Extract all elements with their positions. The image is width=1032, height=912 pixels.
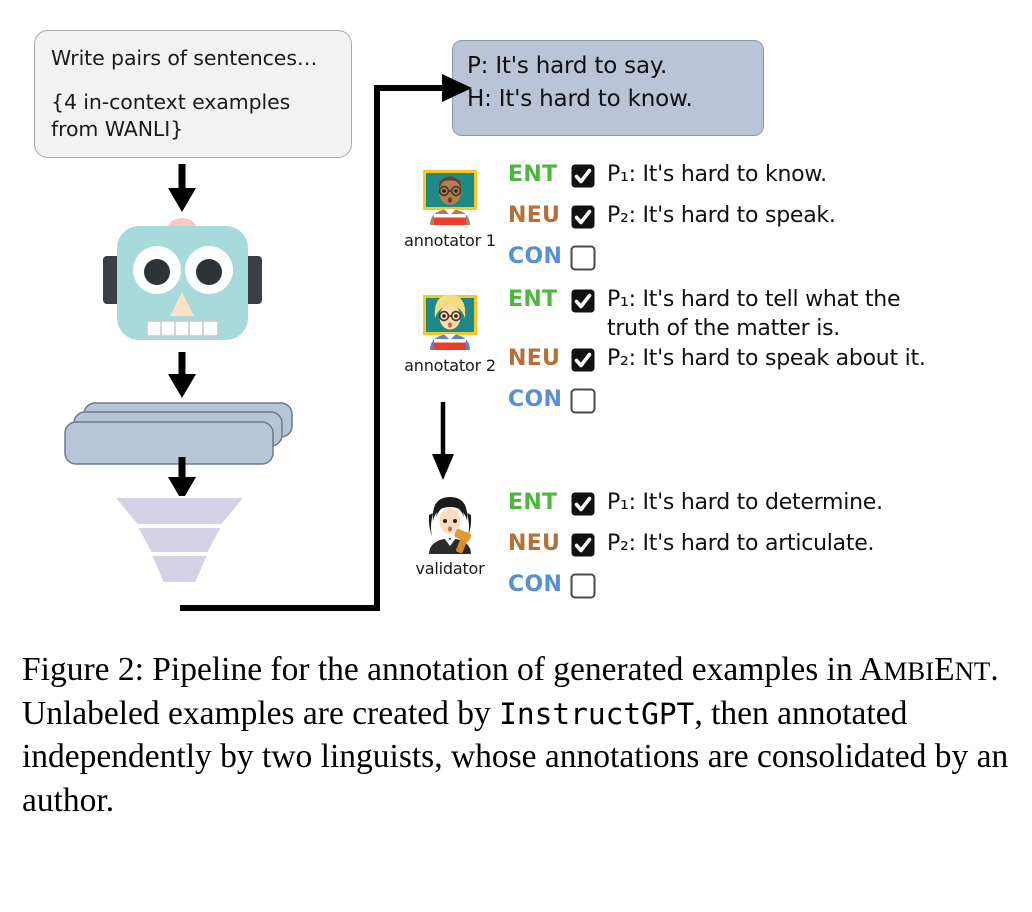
avatar-label: annotator 2 <box>404 356 496 375</box>
caption-model-name: InstructGPT <box>499 696 695 731</box>
caption-dataset-a: A <box>859 651 884 688</box>
pipeline-diagram: Write pairs of sentences… {4 in-context … <box>0 0 1032 640</box>
checkbox-checked-icon[interactable] <box>570 491 596 517</box>
checkbox-checked-icon[interactable] <box>570 163 596 189</box>
figure-caption: Figure 2: Pipeline for the annotation of… <box>22 648 1016 822</box>
label-sentence: P₂: It's hard to speak about it. <box>607 345 926 371</box>
label-tag-con: CON <box>508 386 563 412</box>
premise-text: P: It's hard to say. <box>467 53 668 79</box>
label-tag-ent: ENT <box>508 162 558 187</box>
prompt-line-1: Write pairs of sentences… <box>51 46 318 70</box>
label-tag-con: CON <box>508 572 563 597</box>
label-list-annotator-1: ENT P₁: It's hard to know. NEU P₂: It's … <box>508 160 836 283</box>
avatar-label: validator <box>415 559 485 578</box>
avatar-annotator-1: annotator 1 <box>404 163 496 250</box>
judge-emoji-icon <box>428 497 472 554</box>
label-row[interactable]: ENT P₁: It's hard to tell what the truth… <box>508 285 926 344</box>
label-row[interactable]: CON <box>508 242 836 283</box>
label-tag-con: CON <box>508 244 563 269</box>
label-tag-neu: NEU <box>508 345 561 371</box>
label-sentence: P₁: It's hard to know. <box>607 162 827 187</box>
label-tag-neu: NEU <box>508 203 561 228</box>
figure-2-container: Write pairs of sentences… {4 in-context … <box>0 0 1032 912</box>
label-tag-ent: ENT <box>508 490 558 515</box>
avatar-validator: validator <box>404 491 496 578</box>
caption-dataset-mbi: MBI <box>883 656 935 686</box>
label-list-validator: ENT P₁: It's hard to determine. NEU P₂: … <box>508 488 883 611</box>
avatar-label: annotator 1 <box>404 231 496 250</box>
checkbox-checked-icon[interactable] <box>570 347 596 373</box>
hypothesis-text: H: It's hard to know. <box>467 85 693 112</box>
avatar-annotator-2: annotator 2 <box>404 288 496 375</box>
teacher-brown-hair-emoji-icon <box>423 170 477 225</box>
teacher-blonde-hair-emoji-icon <box>423 295 477 350</box>
caption-dataset-e: E <box>934 651 955 688</box>
label-tag-ent: ENT <box>508 287 558 312</box>
label-sentence: P₁: It's hard to determine. <box>607 490 883 515</box>
label-row[interactable]: CON <box>508 570 883 611</box>
checkbox-unchecked-icon[interactable] <box>570 573 596 599</box>
checkbox-unchecked-icon[interactable] <box>570 388 596 414</box>
checkbox-checked-icon[interactable] <box>570 288 596 314</box>
label-row[interactable]: ENT P₁: It's hard to determine. <box>508 488 883 529</box>
arrow-down-icon <box>432 402 454 480</box>
label-row[interactable]: NEU P₂: It's hard to articulate. <box>508 529 883 570</box>
label-list-annotator-2: ENT P₁: It's hard to tell what the truth… <box>508 285 926 426</box>
caption-prefix: Figure 2: Pipeline for the annotation of… <box>22 651 860 688</box>
checkbox-checked-icon[interactable] <box>570 204 596 230</box>
label-row[interactable]: NEU P₂: It's hard to speak. <box>508 201 836 242</box>
label-tag-neu: NEU <box>508 531 561 556</box>
caption-dataset-nt: NT <box>954 656 991 686</box>
checkbox-checked-icon[interactable] <box>570 532 596 558</box>
label-sentence: P₂: It's hard to articulate. <box>607 531 875 556</box>
label-sentence: P₂: It's hard to speak. <box>607 203 836 228</box>
label-row[interactable]: CON <box>508 385 926 426</box>
label-row[interactable]: ENT P₁: It's hard to know. <box>508 160 836 201</box>
label-sentence: P₁: It's hard to tell what the truth of … <box>607 287 901 342</box>
checkbox-unchecked-icon[interactable] <box>570 245 596 271</box>
label-row[interactable]: NEU P₂: It's hard to speak about it. <box>508 344 926 385</box>
